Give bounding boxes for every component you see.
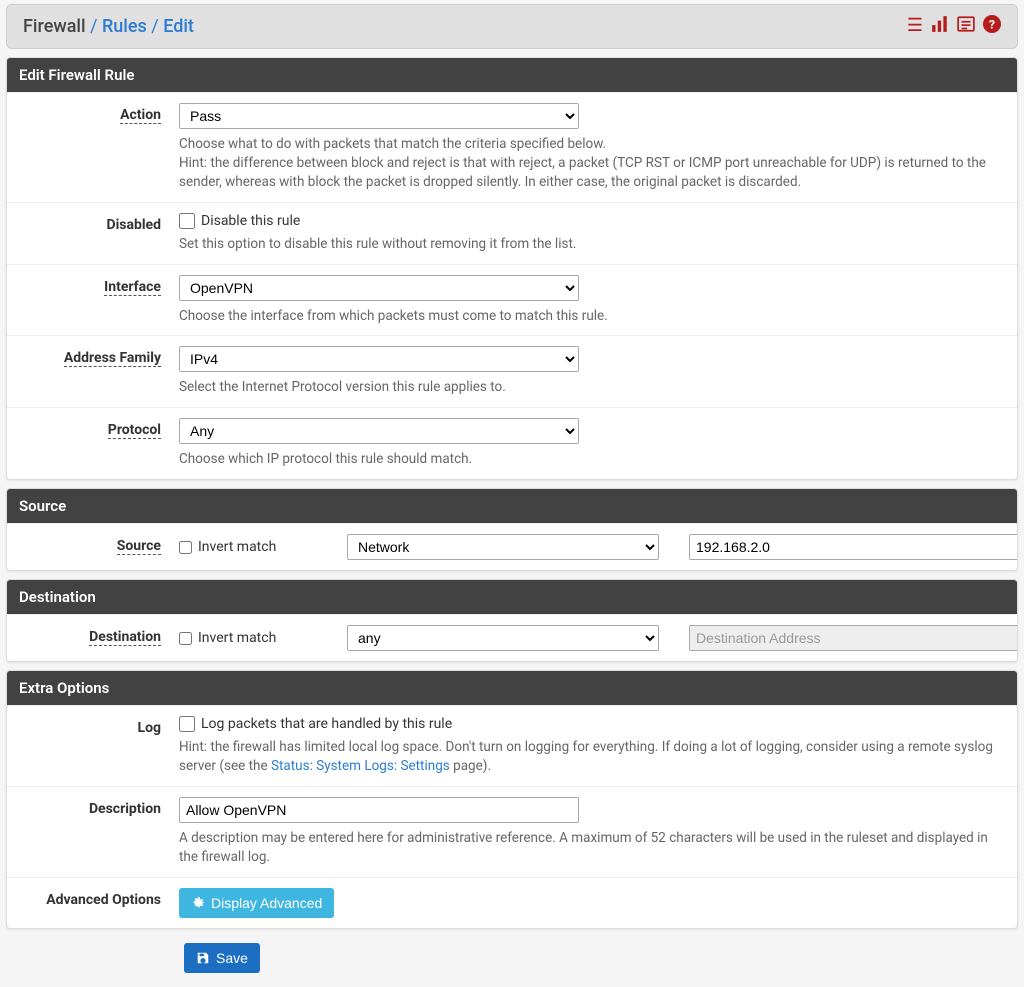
label-src-invert: Invert match bbox=[198, 539, 276, 555]
help-log: Hint: the firewall has limited local log… bbox=[179, 738, 1005, 776]
panel-source: Source Source Invert match Network / 24 bbox=[6, 488, 1018, 571]
label-description: Description bbox=[89, 801, 161, 817]
select-dst-type[interactable]: any bbox=[347, 625, 659, 651]
label-disabled: Disabled bbox=[106, 217, 161, 233]
panel-heading-extra: Extra Options bbox=[7, 671, 1017, 705]
log-icon[interactable] bbox=[957, 15, 975, 38]
save-row: Save bbox=[0, 929, 1024, 987]
breadcrumb: Firewall / Rules / Edit bbox=[23, 16, 194, 37]
label-destination: Destination bbox=[89, 629, 161, 646]
panel-extra: Extra Options Log Log packets that are h… bbox=[6, 670, 1018, 929]
panel-destination: Destination Destination Invert match any… bbox=[6, 579, 1018, 662]
input-src-address[interactable] bbox=[689, 534, 1018, 560]
label-advanced: Advanced Options bbox=[46, 892, 161, 908]
help-protocol: Choose which IP protocol this rule shoul… bbox=[179, 450, 1005, 469]
link-syslog-settings[interactable]: Status: System Logs: Settings bbox=[271, 758, 450, 774]
checkbox-log-label: Log packets that are handled by this rul… bbox=[201, 716, 452, 732]
save-icon bbox=[196, 951, 210, 965]
row-advanced: Advanced Options Display Advanced bbox=[7, 877, 1017, 928]
help-description: A description may be entered here for ad… bbox=[179, 829, 1005, 867]
row-destination: Destination Invert match any / bbox=[7, 614, 1017, 661]
input-description[interactable] bbox=[179, 797, 579, 823]
row-source: Source Invert match Network / 24 bbox=[7, 523, 1017, 570]
row-protocol: Protocol Any Choose which IP protocol th… bbox=[7, 407, 1017, 479]
row-interface: Interface OpenVPN Choose the interface f… bbox=[7, 264, 1017, 336]
save-button[interactable]: Save bbox=[184, 943, 260, 973]
gear-icon bbox=[191, 896, 205, 910]
row-description: Description A description may be entered… bbox=[7, 786, 1017, 877]
help-address-family: Select the Internet Protocol version thi… bbox=[179, 378, 1005, 397]
help-disabled: Set this option to disable this rule wit… bbox=[179, 235, 1005, 254]
breadcrumb-root: Firewall bbox=[23, 16, 86, 37]
display-advanced-button[interactable]: Display Advanced bbox=[179, 888, 334, 918]
stats-icon[interactable] bbox=[931, 15, 949, 38]
label-action: Action bbox=[120, 107, 161, 124]
row-action: Action Pass Choose what to do with packe… bbox=[7, 92, 1017, 202]
breadcrumb-mid[interactable]: Rules bbox=[102, 16, 147, 37]
panel-heading-source: Source bbox=[7, 489, 1017, 523]
checkbox-dst-invert[interactable] bbox=[179, 632, 192, 645]
page-header: Firewall / Rules / Edit ☰ ? bbox=[6, 4, 1018, 49]
select-interface[interactable]: OpenVPN bbox=[179, 275, 579, 301]
select-src-type[interactable]: Network bbox=[347, 534, 659, 560]
header-toolbar: ☰ ? bbox=[907, 15, 1001, 38]
panel-heading-edit: Edit Firewall Rule bbox=[7, 58, 1017, 92]
checkbox-log[interactable] bbox=[179, 716, 195, 732]
label-source: Source bbox=[117, 538, 161, 555]
checkbox-disable[interactable] bbox=[179, 213, 195, 229]
select-address-family[interactable]: IPv4 bbox=[179, 346, 579, 372]
label-dst-invert: Invert match bbox=[198, 630, 276, 646]
select-action[interactable]: Pass bbox=[179, 103, 579, 129]
row-address-family: Address Family IPv4 Select the Internet … bbox=[7, 335, 1017, 407]
panel-edit-rule: Edit Firewall Rule Action Pass Choose wh… bbox=[6, 57, 1018, 480]
label-address-family: Address Family bbox=[64, 350, 161, 367]
row-log: Log Log packets that are handled by this… bbox=[7, 705, 1017, 786]
help-interface: Choose the interface from which packets … bbox=[179, 307, 1005, 326]
row-disabled: Disabled Disable this rule Set this opti… bbox=[7, 202, 1017, 264]
input-dst-address bbox=[689, 625, 1018, 651]
breadcrumb-leaf[interactable]: Edit bbox=[163, 16, 194, 37]
checkbox-src-invert[interactable] bbox=[179, 541, 192, 554]
help-icon[interactable]: ? bbox=[983, 15, 1001, 38]
checkbox-disable-label: Disable this rule bbox=[201, 213, 300, 229]
list-icon[interactable]: ☰ bbox=[907, 15, 923, 38]
label-interface: Interface bbox=[104, 279, 161, 296]
label-protocol: Protocol bbox=[108, 422, 161, 439]
label-log: Log bbox=[138, 720, 161, 736]
svg-text:?: ? bbox=[989, 19, 995, 33]
panel-heading-destination: Destination bbox=[7, 580, 1017, 614]
select-protocol[interactable]: Any bbox=[179, 418, 579, 444]
help-action: Choose what to do with packets that matc… bbox=[179, 135, 1005, 192]
